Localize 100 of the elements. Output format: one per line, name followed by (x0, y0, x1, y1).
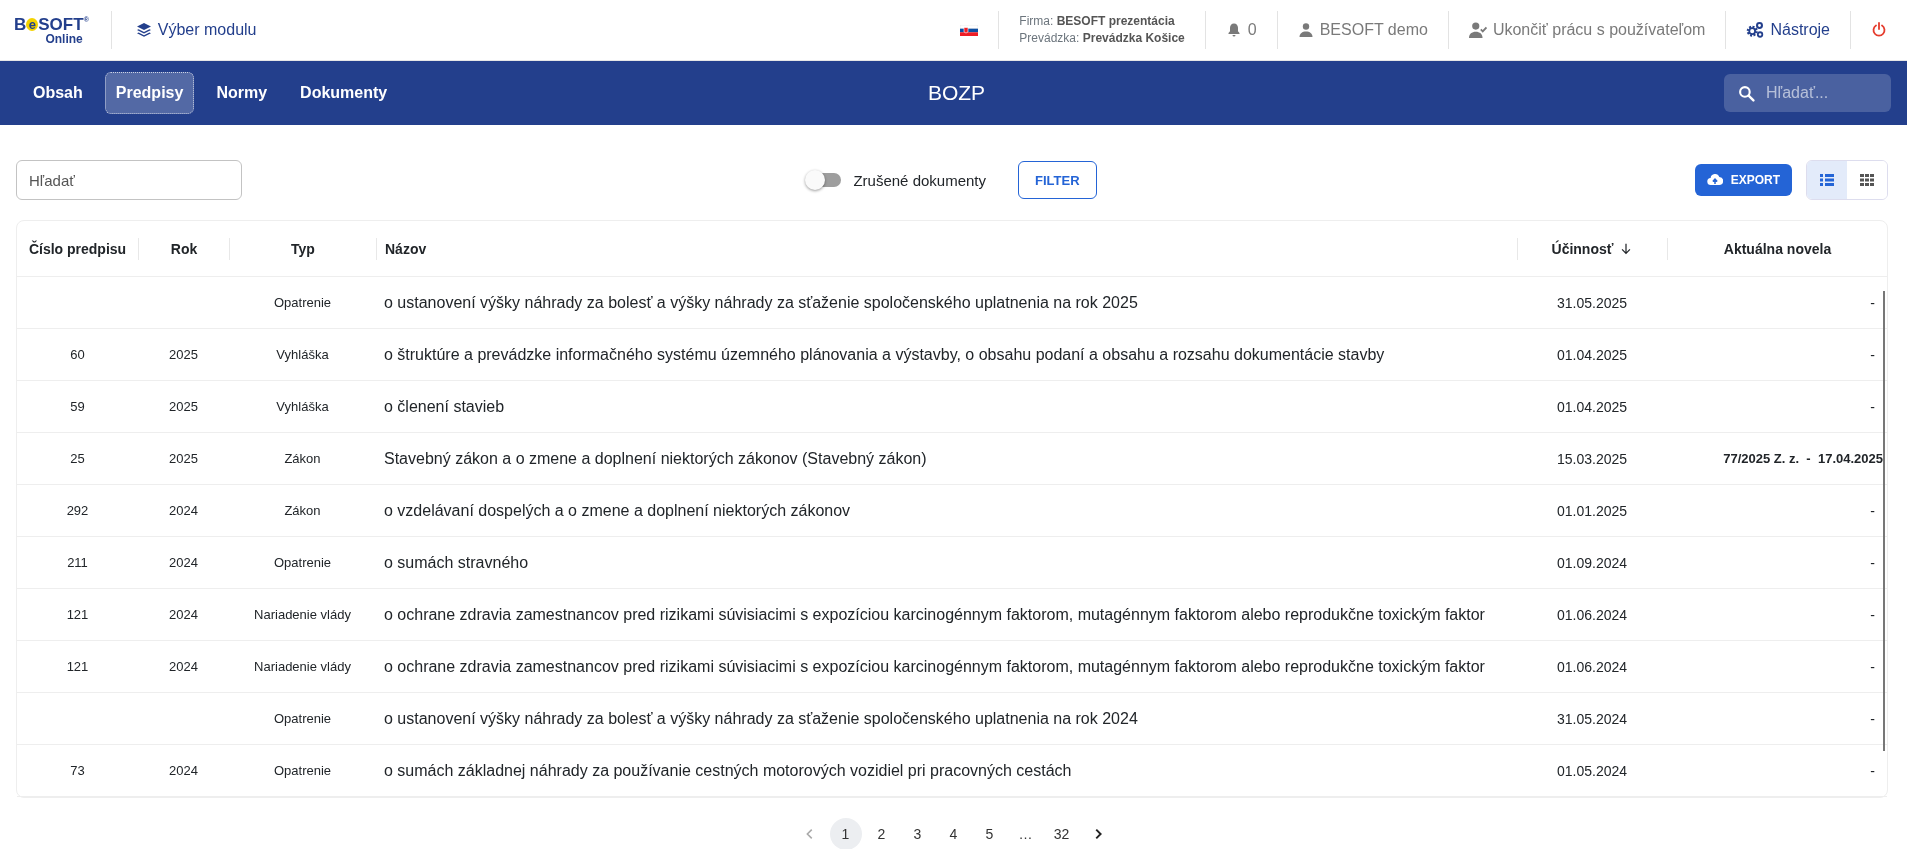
table-cell: 59 (70, 399, 85, 414)
table-cell: 25 (70, 451, 85, 466)
table-cell: 2025 (169, 451, 198, 466)
column-header[interactable]: Číslo predpisu (28, 240, 127, 257)
tools-button[interactable]: Nástroje (1726, 21, 1850, 39)
table-cell: 01.04.2025 (1556, 346, 1628, 363)
table-cell: 2024 (169, 607, 198, 622)
table-cell: - (1870, 710, 1875, 727)
column-header[interactable]: Aktuálna novela (1723, 240, 1832, 257)
page-button[interactable]: 4 (937, 818, 970, 849)
table-cell: Opatrenie (273, 763, 332, 778)
table-cell: Opatrenie (273, 295, 332, 310)
table-cell: 73 (70, 763, 85, 778)
table-cell: o ustanovení výšky náhrady za bolesť a výšky náhrady za sťaženie spoločenského uplatnenia na rok 2024 (384, 709, 1138, 727)
table-cell: 2025 (169, 399, 198, 414)
cloud-upload-icon (1706, 172, 1723, 188)
table-cell: - (1870, 502, 1875, 519)
flag-icon[interactable] (960, 24, 979, 36)
table-cell: o sumách základnej náhrady za používanie cestných motorových vozidiel pri pracovných cestách (384, 761, 1072, 779)
table-cell: 31.05.2025 (1556, 294, 1628, 311)
table-cell: Nariadenie vlády (254, 607, 351, 622)
search-field[interactable]: Hľadať (16, 160, 242, 200)
filter-button[interactable]: FILTER (1018, 161, 1097, 199)
nav-tab[interactable]: Normy (205, 72, 279, 114)
page-button[interactable]: 5 (973, 818, 1006, 849)
company-info: Firma: BESOFT prezentácia (1019, 13, 1176, 30)
table-cell: 31.05.2024 (1556, 710, 1628, 727)
page-button[interactable]: 32 (1045, 818, 1078, 849)
table-cell: 2024 (169, 555, 198, 570)
notification-count: 0 (1247, 21, 1257, 39)
table-cell: - (1870, 398, 1875, 415)
user-button[interactable]: BESOFT demo (1277, 21, 1448, 39)
notifications-button[interactable]: 0 (1205, 21, 1277, 39)
table-cell: Stavebný zákon a o zmene a doplnení niektorých zákonov (Stavebný zákon) (384, 449, 927, 467)
page-button[interactable]: 3 (901, 818, 934, 849)
table-cell: o sumách stravného (384, 553, 529, 571)
table-cell: o ochrane zdravia zamestnancov pred rizikami súvisiacimi s expozíciou karcinogénnym faktorom, mutagénnym faktorom alebo reprodukčne toxickým faktor (384, 605, 1485, 623)
nav-tab[interactable]: Predpisy (104, 72, 195, 114)
page-title: BOZP (927, 81, 986, 105)
table-cell: 01.04.2025 (1556, 398, 1628, 415)
list-icon (1819, 172, 1835, 188)
list-view-button[interactable] (1807, 161, 1847, 199)
column-header[interactable]: Účinnosť (1551, 240, 1614, 257)
table-cell: Opatrenie (273, 711, 332, 726)
table-cell: 121 (66, 659, 89, 674)
table-cell: 01.06.2024 (1556, 606, 1628, 623)
table-cell: 15.03.2025 (1556, 450, 1628, 467)
grid-icon (1859, 172, 1875, 188)
table-cell: Zákon (284, 503, 321, 518)
table-cell: Opatrenie (273, 555, 332, 570)
table-cell: 01.09.2024 (1556, 554, 1628, 571)
export-button[interactable]: EXPORT (1694, 164, 1792, 196)
search-icon (1738, 85, 1755, 102)
nav-tab[interactable]: Dokumenty (289, 72, 399, 114)
table-cell: o vzdelávaní dospelých a o zmene a doplnení niektorých zákonov (384, 501, 851, 519)
table-cell: o štruktúre a prevádzke informačného systému územného plánovania a výstavby, o obsahu podaní a obsahu a rozsahu dokumentácie stavby (384, 345, 1385, 363)
table-cell: 2025 (169, 347, 198, 362)
table-cell: 2024 (169, 659, 198, 674)
table-cell: 211 (67, 555, 88, 570)
scrollbar[interactable] (1883, 291, 1885, 751)
table-cell: o ochrane zdravia zamestnancov pred rizikami súvisiacimi s expozíciou karcinogénnym faktorom, mutagénnym faktorom alebo reprodukčne toxickým faktor (384, 657, 1485, 675)
column-header[interactable]: Názov (385, 240, 427, 257)
table-cell: - (1870, 554, 1875, 571)
user-check-icon (1468, 21, 1487, 39)
page-button[interactable]: 2 (865, 818, 898, 849)
toggle-label: Zrušené dokumenty (853, 171, 986, 189)
table-cell: - (1870, 294, 1875, 311)
table-cell: - (1870, 762, 1875, 779)
table-cell: - (1870, 658, 1875, 675)
user-icon (1297, 22, 1314, 38)
layers-icon (135, 22, 152, 38)
table-cell: 77/2025 Z. z. - 17.04.2025 (1723, 451, 1883, 466)
table-cell: Nariadenie vlády (254, 659, 351, 674)
table-cell: - (1870, 606, 1875, 623)
table-cell: - (1870, 346, 1875, 363)
gears-icon (1746, 21, 1765, 39)
tools-label: Nástroje (1770, 21, 1830, 39)
table-cell: Zákon (284, 451, 321, 466)
power-icon[interactable] (1871, 22, 1887, 38)
nav-tab[interactable]: Obsah (22, 72, 94, 114)
page-button[interactable]: 1 (829, 818, 862, 849)
table-cell: 01.01.2025 (1556, 502, 1628, 519)
end-session-label: Ukončiť prácu s používateľom (1492, 21, 1706, 39)
user-name: BESOFT demo (1319, 21, 1428, 39)
column-header[interactable]: Typ (291, 240, 315, 257)
table-cell: 01.06.2024 (1556, 658, 1628, 675)
branch-info: Prevádzka: Prevádzka Košice (1019, 30, 1185, 47)
table-cell: Vyhláška (276, 347, 329, 362)
table-cell: 2024 (169, 763, 198, 778)
page-button[interactable]: … (1009, 818, 1042, 849)
column-header[interactable]: Rok (170, 240, 198, 257)
toggle-switch[interactable] (807, 173, 842, 187)
table-cell: 2024 (169, 503, 198, 518)
table-cell: 292 (66, 503, 89, 518)
table-cell: 60 (70, 347, 85, 362)
table-cell: Vyhláška (276, 399, 329, 414)
module-select-button[interactable]: Výber modulu (135, 21, 257, 39)
end-session-button[interactable]: Ukončiť prácu s používateľom (1448, 21, 1726, 39)
table-cell: o ustanovení výšky náhrady za bolesť a výšky náhrady za sťaženie spoločenského uplatnenia na rok 2025 (384, 293, 1138, 311)
table-cell: o členení stavieb (384, 397, 505, 415)
